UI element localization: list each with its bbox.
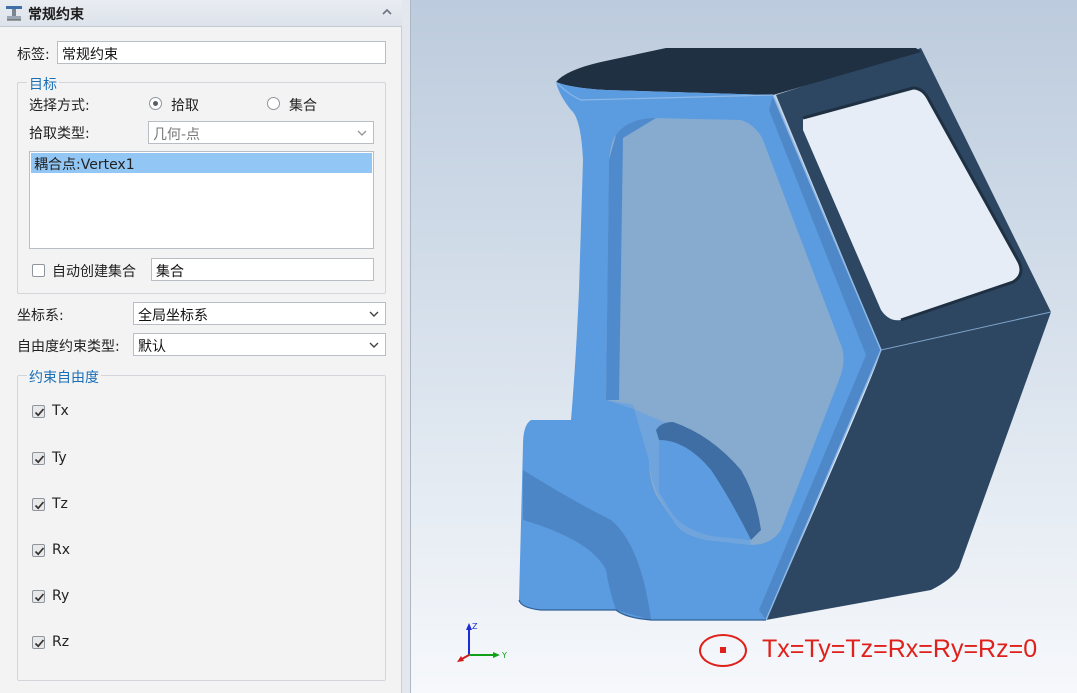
check-icon	[34, 501, 45, 510]
panel-header: 常规约束	[0, 0, 402, 27]
auto-create-set-checkbox[interactable]	[32, 264, 45, 277]
dof-checkbox-tx[interactable]	[32, 405, 45, 418]
target-list[interactable]: 耦合点:Vertex1	[29, 151, 374, 249]
selection-mode-caption: 选择方式:	[29, 98, 90, 114]
dof-checkbox-ty[interactable]	[32, 452, 45, 465]
auto-create-set-label: 自动创建集合	[52, 264, 136, 280]
target-group-title: 目标	[27, 74, 59, 94]
dof-label-tz: Tz	[52, 496, 68, 512]
chevron-down-icon	[357, 130, 367, 136]
chevron-down-icon	[369, 342, 379, 348]
constraint-icon	[6, 6, 22, 21]
3d-viewport[interactable]: Z Y Tx=Ty=Tz=Rx=Ry=Rz=0	[410, 0, 1077, 693]
check-icon	[34, 455, 45, 464]
dof-label-tx: Tx	[52, 403, 69, 419]
constraint-panel: 常规约束 标签: 常规约束 目标 选择方式: 拾取 集合 拾取类型: 几何-点 …	[0, 0, 402, 693]
set-name-input[interactable]: 集合	[151, 258, 374, 281]
dof-label-rz: Rz	[52, 634, 70, 650]
check-icon	[34, 408, 45, 417]
check-icon	[34, 639, 45, 648]
dof-checkbox-rx[interactable]	[32, 544, 45, 557]
check-icon	[34, 593, 45, 602]
coord-caption: 坐标系:	[17, 308, 64, 324]
pick-type-value: 几何-点	[153, 127, 201, 143]
collapse-chevron-icon[interactable]	[380, 5, 394, 19]
label-input[interactable]: 常规约束	[57, 41, 386, 64]
dof-checkbox-ry[interactable]	[32, 590, 45, 603]
set-radio[interactable]	[267, 97, 280, 110]
cab-model[interactable]	[411, 0, 1077, 693]
dof-group-title: 约束自由度	[27, 367, 101, 387]
set-radio-label[interactable]: 集合	[289, 95, 317, 115]
check-icon	[34, 547, 45, 556]
chevron-down-icon	[369, 311, 379, 317]
pick-type-caption: 拾取类型:	[29, 126, 90, 142]
dof-type-caption: 自由度约束类型:	[17, 339, 120, 355]
dof-label-ry: Ry	[52, 588, 70, 604]
annotation-text: Tx=Ty=Tz=Rx=Ry=Rz=0	[762, 635, 1038, 663]
coord-select[interactable]: 全局坐标系	[133, 302, 386, 325]
dof-checkbox-rz[interactable]	[32, 636, 45, 649]
pick-type-select[interactable]: 几何-点	[148, 121, 374, 144]
list-item[interactable]: 耦合点:Vertex1	[31, 153, 372, 173]
dof-type-select[interactable]: 默认	[133, 333, 386, 356]
panel-title: 常规约束	[28, 7, 84, 23]
dof-label-rx: Rx	[52, 542, 71, 558]
triad-z-label: Z	[472, 622, 478, 631]
dof-type-value: 默认	[138, 339, 166, 355]
triad-y-label: Y	[501, 651, 507, 660]
dof-label-ty: Ty	[52, 450, 67, 466]
dof-checkbox-tz[interactable]	[32, 498, 45, 511]
coord-value: 全局坐标系	[138, 308, 208, 324]
splitter[interactable]	[402, 0, 410, 693]
coupling-point-marker	[720, 647, 726, 653]
pick-radio-label[interactable]: 拾取	[171, 95, 199, 115]
constraint-annotation: Tx=Ty=Tz=Rx=Ry=Rz=0	[699, 632, 1069, 670]
pick-radio[interactable]	[149, 97, 162, 110]
axis-triad: Z Y	[457, 622, 507, 662]
label-caption: 标签:	[17, 47, 50, 63]
dof-group	[17, 375, 386, 681]
